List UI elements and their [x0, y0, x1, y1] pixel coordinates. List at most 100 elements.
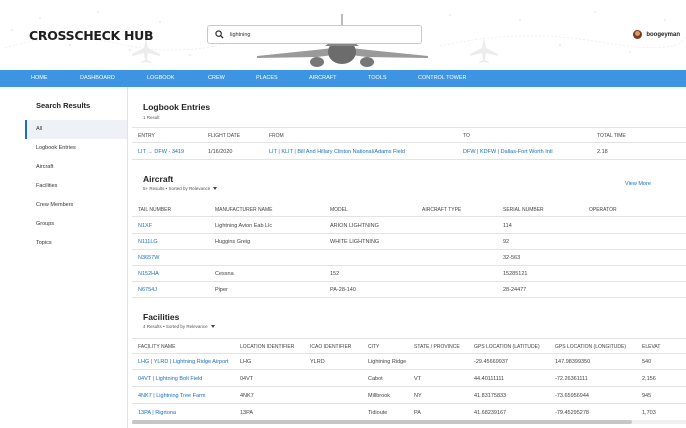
manufacturer: Lightning Avion Eab Llc [215, 223, 273, 229]
aircraft-result-count[interactable]: 5+ Results • Sorted by Relevance [143, 186, 210, 191]
nav-item-crew[interactable]: CREW [208, 75, 225, 81]
column-header-from[interactable]: FROM [269, 133, 284, 139]
divider [132, 297, 686, 298]
sidebar-item-groups[interactable]: Groups [25, 215, 127, 234]
user-name[interactable]: boogeyman [646, 32, 680, 38]
facility-name-link[interactable]: 13PA | Rigrtona [138, 410, 176, 416]
column-header-city[interactable]: CITY [368, 344, 379, 350]
facility-name-link[interactable]: LHG | YLRD | Lightning Ridge Airport [138, 359, 229, 365]
tail-number-link[interactable]: N152HA [138, 271, 159, 277]
column-header-elevation[interactable]: ELEVAT [642, 344, 660, 350]
column-header-total-time[interactable]: TOTAL TIME [597, 133, 626, 139]
divider [132, 216, 686, 217]
sidebar-item-facilities[interactable]: Facilities [25, 177, 127, 196]
sidebar-item-all[interactable]: All [25, 120, 127, 139]
city: Tidioute [368, 410, 388, 416]
location-identifier: LHG [240, 359, 252, 365]
model: WHITE LIGHTNING [330, 239, 380, 245]
serial-number: 28-24477 [503, 287, 527, 293]
divider [132, 403, 686, 404]
latitude: -29.45669937 [474, 359, 508, 365]
elevation: 2,156 [642, 376, 656, 382]
column-header-manufacturer[interactable]: MANUFACTURER NAME [215, 207, 273, 213]
column-header-icao-identifier[interactable]: ICAO IDENTIFIER [310, 344, 351, 350]
column-header-model[interactable]: MODEL [330, 207, 348, 213]
search-icon[interactable] [215, 30, 224, 39]
column-header-latitude[interactable]: GPS LOCATION (LATITUDE) [474, 344, 540, 350]
sidebar-item-crew-members[interactable]: Crew Members [25, 196, 127, 215]
latitude: 44.40111111 [474, 376, 505, 382]
facility-name-link[interactable]: 04VT | Lightning Bolt Field [138, 376, 202, 382]
column-header-state-province[interactable]: STATE / PROVINCE [414, 344, 460, 350]
results-main: Logbook Entries 1 Result ENTRY FLIGHT DA… [127, 87, 686, 428]
main-nav: HOME DASHBOARD LOGBOOK CREW PLACES AIRCR… [0, 70, 686, 87]
nav-item-control-tower[interactable]: CONTROL TOWER [418, 75, 467, 81]
aircraft-view-more-link[interactable]: View More [625, 181, 651, 187]
latitude: 41.83175833 [474, 393, 507, 399]
facility-name-link[interactable]: 4NK7 | Lightning Tree Farm [138, 393, 205, 399]
divider [132, 127, 686, 128]
search-results-sidebar: Search Results All Logbook Entries Aircr… [25, 87, 127, 428]
icao-identifier: YLRD [310, 359, 325, 365]
nav-item-logbook[interactable]: LOGBOOK [147, 75, 175, 81]
divider [132, 338, 686, 339]
nav-item-tools[interactable]: TOOLS [368, 75, 387, 81]
chevron-down-icon[interactable] [213, 187, 218, 191]
nav-item-aircraft[interactable]: AIRCRAFT [309, 75, 337, 81]
to-airport-link[interactable]: DFW | KDFW | Dallas-Fort Worth Intl [463, 149, 553, 155]
column-header-serial-number[interactable]: SERIAL NUMBER [503, 207, 544, 213]
elevation: 1,703 [642, 410, 656, 416]
column-header-to[interactable]: TO [463, 133, 470, 139]
aircraft-sort-dropdown[interactable]: 5+ Results • Sorted by Relevance [143, 186, 218, 191]
scrollbar-thumb[interactable] [132, 420, 632, 424]
tail-number-link[interactable]: N6754J [138, 287, 157, 293]
nav-item-home[interactable]: HOME [31, 75, 48, 81]
manufacturer: Huggins Greig [215, 239, 251, 245]
horizontal-scrollbar[interactable] [132, 420, 686, 424]
logbook-entry-link[interactable]: LIT → DFW - 3419 [138, 149, 184, 155]
user-menu[interactable]: boogeyman [633, 30, 680, 39]
elevation: 945 [642, 393, 652, 399]
city: Cabot [368, 376, 383, 382]
manufacturer: Cessna [215, 271, 234, 277]
avatar[interactable] [633, 30, 643, 39]
nav-item-places[interactable]: PLACES [256, 75, 278, 81]
column-header-flight-date[interactable]: FLIGHT DATE [208, 133, 240, 139]
sidebar-item-aircraft[interactable]: Aircraft [25, 158, 127, 177]
longitude: 147.98399350 [555, 359, 591, 365]
logbook-section-title: Logbook Entries [143, 102, 211, 112]
city: Lightning Ridge [368, 359, 407, 365]
tail-number-link[interactable]: N1XF [138, 223, 152, 229]
flight-date: 1/16/2020 [208, 149, 233, 155]
column-header-operator[interactable]: OPERATOR [589, 207, 617, 213]
aircraft-section-title: Aircraft [143, 174, 174, 184]
search-input[interactable] [230, 31, 410, 38]
column-header-aircraft-type[interactable]: AIRCRAFT TYPE [422, 207, 461, 213]
app-logo[interactable]: CROSSCHECK HUB [29, 28, 154, 43]
column-header-location-identifier[interactable]: LOCATION IDENTIFIER [240, 344, 294, 350]
column-header-facility-name[interactable]: FACILITY NAME [138, 344, 175, 350]
plane-silhouette-right-icon [470, 38, 498, 63]
divider [132, 249, 686, 250]
facilities-result-count[interactable]: 4 Results • Sorted by Relevance [143, 324, 208, 329]
state-province: VT [414, 376, 422, 382]
model: 152 [330, 271, 340, 277]
facilities-sort-dropdown[interactable]: 4 Results • Sorted by Relevance [143, 324, 215, 329]
tail-number-link[interactable]: N111LG [138, 239, 158, 245]
column-header-entry[interactable]: ENTRY [138, 133, 155, 139]
state-province: NY [414, 393, 422, 399]
sidebar-item-logbook-entries[interactable]: Logbook Entries [25, 139, 127, 158]
chevron-down-icon[interactable] [210, 325, 215, 329]
divider [132, 353, 686, 354]
tail-number-link[interactable]: N3657W [138, 255, 159, 261]
sidebar-item-topics[interactable]: Topics [25, 234, 127, 253]
divider [132, 281, 686, 282]
column-header-longitude[interactable]: GPS LOCATION (LONGITUDE) [555, 344, 626, 350]
from-airport-link[interactable]: LIT | KLIT | Bill And Hillary Clinton Na… [269, 149, 405, 155]
location-identifier: 4NK7 [240, 393, 254, 399]
city: Millbrook [368, 393, 391, 399]
nav-item-dashboard[interactable]: DASHBOARD [80, 75, 115, 81]
column-header-tail-number[interactable]: TAIL NUMBER [138, 207, 171, 213]
search-bar[interactable] [207, 25, 422, 44]
serial-number: 92 [503, 239, 510, 245]
